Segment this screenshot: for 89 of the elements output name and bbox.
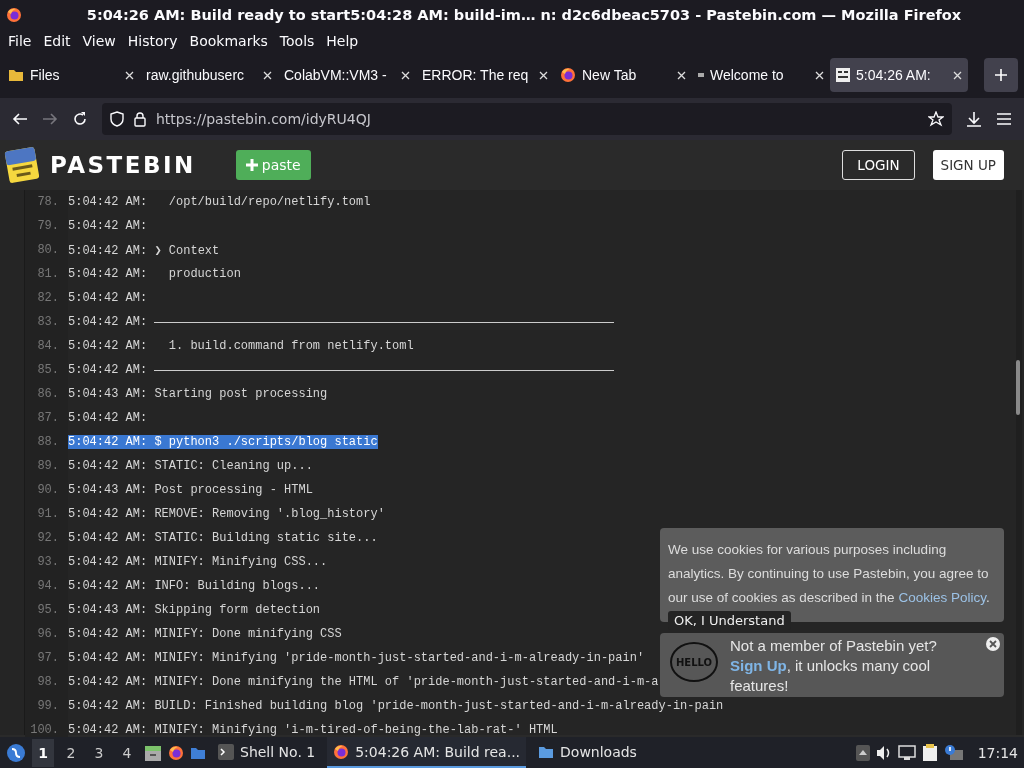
code-line: 5:04:42 AM: INFO: Building blogs... [68, 579, 321, 593]
plus-icon [245, 159, 258, 171]
menu-item[interactable]: File [2, 33, 38, 49]
clipboard-icon[interactable] [921, 743, 938, 762]
menu-item[interactable]: Bookmarks [183, 33, 274, 49]
code-line: 5:04:42 AM: /opt/build/repo/netlify.toml [68, 195, 371, 209]
plus-icon [994, 68, 1008, 82]
star-icon[interactable] [928, 111, 944, 127]
menu-item[interactable]: Edit [37, 33, 77, 49]
reload-icon[interactable] [72, 111, 88, 127]
menu-item[interactable]: Help [320, 33, 365, 49]
back-icon[interactable] [12, 111, 28, 127]
browser-tab[interactable]: ColabVM::VM3 - [278, 58, 416, 92]
code-line: 5:04:42 AM: production [68, 267, 241, 281]
cookie-text: We use cookies for various purposes including analytics. By continuing to use Pastebin, you agree to our use of cookies as described in the Cookies Policy. [668, 541, 991, 607]
window-title: 5:04:26 AM: Build ready to start5:04:28 AM: build-im… n: d2c6dbeac5703 - Pastebin.com — Mozilla Firefox [85, 7, 963, 23]
workspace-button[interactable]: 3 [88, 738, 110, 767]
folder-icon [538, 744, 555, 759]
taskbar-task[interactable]: Shell No. 1 [212, 737, 322, 768]
start-menu-icon[interactable] [6, 742, 26, 763]
code-line: 5:04:42 AM: [68, 315, 148, 329]
code-line: 5:04:42 AM: STATIC: Building static site... [68, 531, 378, 545]
browser-tab[interactable]: ERROR: The req [416, 58, 554, 92]
address-bar[interactable]: https://pastebin.com/idyRU4QJ [102, 103, 952, 135]
network-icon[interactable] [897, 744, 916, 761]
close-icon[interactable] [125, 70, 134, 80]
signup-text: Not a member of Pastebin yet? Sign Up, it unlocks many cool features! [730, 636, 938, 696]
code-line: 5:04:42 AM: 1. build.command from netlify.toml [68, 339, 414, 353]
code-line: 5:04:42 AM: ❯ Context [68, 242, 220, 258]
close-icon[interactable] [677, 70, 686, 80]
code-line: 5:04:42 AM: MINIFY: Done minifying the HTML of 'pride-month-just-started-and-i-m-a [68, 675, 659, 689]
signup-button[interactable]: SIGN UP [932, 150, 1004, 180]
lock-icon [134, 111, 146, 127]
new-tab-button[interactable] [984, 58, 1018, 92]
forward-icon[interactable] [42, 111, 58, 127]
cookies-policy-link[interactable]: Cookies Policy [898, 590, 986, 605]
taskbar-task[interactable]: 5:04:26 AM: Build rea... [327, 737, 527, 768]
volume-icon[interactable] [875, 744, 892, 761]
folder-icon [8, 68, 24, 82]
code-line: 5:04:42 AM: [68, 363, 148, 377]
menu-item[interactable]: Tools [273, 33, 321, 49]
clock: 17:14 [977, 744, 1018, 761]
taskbar-task[interactable]: Downloads [532, 737, 643, 768]
menu-item[interactable]: View [76, 33, 122, 49]
workspace-button[interactable]: 4 [116, 738, 138, 767]
login-button[interactable]: LOGIN [842, 150, 915, 180]
code-line: 5:04:42 AM: [68, 219, 148, 233]
folder-icon [190, 745, 206, 760]
code-line: 5:04:42 AM: MINIFY: Minifying 'i-m-tired-of-being-the-lab-rat-' HTML [68, 723, 558, 737]
code-line: 5:04:42 AM: BUILD: Finished building blog 'pride-month-just-started-and-i-m-already-in-pain [68, 699, 724, 713]
browser-tab[interactable]: Welcome to [692, 58, 830, 92]
menu-item[interactable]: History [121, 33, 184, 49]
close-icon[interactable] [263, 70, 272, 80]
logo-icon[interactable] [4, 146, 40, 184]
browser-tab[interactable]: 5:04:26 AM: [830, 58, 968, 92]
workspace-button[interactable]: 1 [32, 738, 54, 767]
code-line: 5:04:43 AM: Post processing - HTML [68, 483, 313, 497]
shield-icon[interactable] [110, 111, 124, 127]
close-icon[interactable] [986, 637, 1000, 651]
code-line: 5:04:43 AM: Starting post processing [68, 387, 328, 401]
browser-tab[interactable]: Files [2, 58, 140, 92]
firefox-icon [560, 67, 576, 83]
close-icon[interactable] [953, 70, 962, 80]
tray-up-icon[interactable] [855, 744, 870, 761]
code-line: 5:04:42 AM: STATIC: Cleaning up... [68, 459, 313, 473]
close-icon[interactable] [539, 70, 548, 80]
menu-icon[interactable] [996, 112, 1012, 126]
scrollbar[interactable] [1016, 190, 1022, 735]
browser-tab[interactable]: New Tab [554, 58, 692, 92]
close-icon[interactable] [815, 70, 824, 80]
code-line: 5:04:42 AM: [68, 411, 148, 425]
notification-icon[interactable] [943, 743, 964, 762]
file-cabinet-icon[interactable] [144, 743, 162, 762]
pastebin-icon [836, 68, 850, 82]
code-line: 5:04:42 AM: MINIFY: Minifying CSS... [68, 555, 328, 569]
firefox-icon [168, 744, 184, 761]
site-logo[interactable]: PASTEBIN [50, 152, 196, 178]
close-icon[interactable] [401, 70, 410, 80]
code-line: 5:04:42 AM: REMOVE: Removing '.blog_history' [68, 507, 385, 521]
hello-bubble: HELLO [670, 642, 718, 682]
code-line: 5:04:42 AM: MINIFY: Done minifying CSS [68, 627, 342, 641]
browser-tab[interactable]: raw.githubuserc [140, 58, 278, 92]
firefox-icon [6, 7, 22, 23]
firefox-icon [333, 743, 350, 760]
code-line: 5:04:42 AM: MINIFY: Minifying 'pride-month-just-started-and-i-m-already-in-pain' [68, 651, 645, 665]
code-line: 5:04:43 AM: Skipping form detection [68, 603, 321, 617]
download-icon[interactable] [966, 111, 982, 127]
terminal-icon [218, 743, 234, 760]
code-line: 5:04:42 AM: [68, 291, 148, 305]
